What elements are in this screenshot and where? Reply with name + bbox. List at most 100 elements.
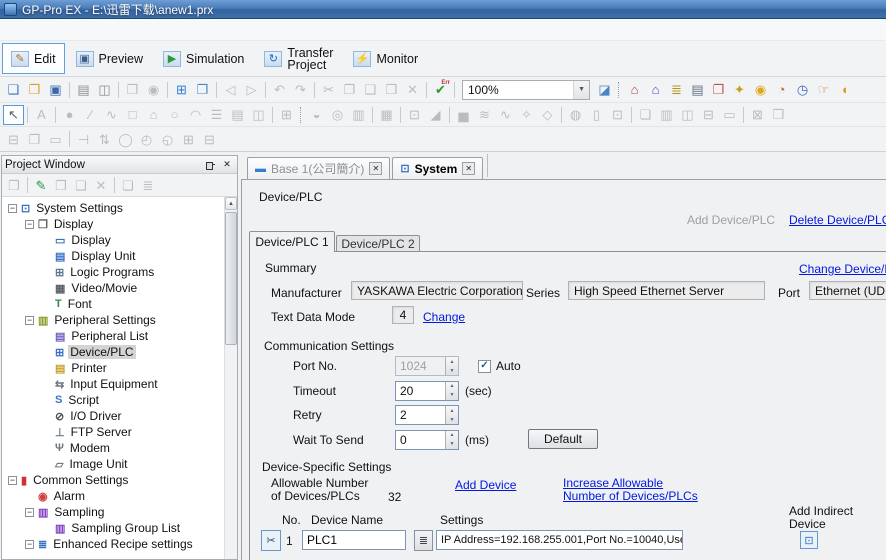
- copy-icon[interactable]: ❐: [339, 80, 360, 100]
- tree-item-enhanced-recipe[interactable]: − ≣ Enhanced Recipe settings: [2, 536, 224, 552]
- scrollbar-thumb[interactable]: [225, 212, 237, 345]
- print-icon[interactable]: ▤: [73, 80, 94, 100]
- number-input[interactable]: 1024 ▲▼: [395, 356, 459, 376]
- expand-toggle-icon[interactable]: −: [25, 540, 34, 549]
- meter-upload-icon[interactable]: ◴: [136, 129, 157, 149]
- selector-switch-icon[interactable]: ◯: [115, 129, 136, 149]
- text-tool-icon[interactable]: A: [31, 105, 52, 125]
- project-information-icon[interactable]: ◉: [750, 80, 771, 100]
- error-check-icon[interactable]: ✔Err: [430, 80, 451, 100]
- movie-part-icon[interactable]: ◫: [677, 105, 698, 125]
- delete-icon[interactable]: ✕: [402, 80, 423, 100]
- line-graph-icon[interactable]: ∿: [495, 105, 516, 125]
- tree-item-display-group[interactable]: − ❒ Display: [2, 216, 224, 232]
- expand-toggle-icon[interactable]: −: [8, 476, 17, 485]
- security-key-icon[interactable]: ✦: [729, 80, 750, 100]
- menu-common-settings[interactable]: [66, 27, 88, 33]
- zoom-level-select[interactable]: 100% ▼: [462, 80, 590, 100]
- tree-item-io-driver[interactable]: ⊘ I/O Driver: [2, 408, 224, 424]
- chevron-down-icon[interactable]: ▼: [573, 81, 589, 99]
- lamp-part-icon[interactable]: ◎: [327, 105, 348, 125]
- device-settings-field[interactable]: IP Address=192.168.255.001,Port No.=1004…: [436, 530, 683, 550]
- keypad-part-icon[interactable]: ⊡: [404, 105, 425, 125]
- open-next-screen-icon[interactable]: ▷: [241, 80, 262, 100]
- device-row-button[interactable]: ✂: [261, 530, 281, 551]
- redo-icon[interactable]: ↷: [290, 80, 311, 100]
- bar-graph-icon[interactable]: ▅: [453, 105, 474, 125]
- tree-scrollbar[interactable]: ▲: [224, 197, 237, 559]
- screen-capture-icon[interactable]: ◉: [143, 80, 164, 100]
- meter-download-icon[interactable]: ◵: [157, 129, 178, 149]
- mode-preview-button[interactable]: ▣ Preview: [67, 43, 152, 74]
- close-tab-icon[interactable]: ✕: [462, 162, 475, 175]
- compare-project-icon[interactable]: ◷: [792, 80, 813, 100]
- number-input[interactable]: 20 ▲▼: [395, 381, 459, 401]
- tree-item-peripheral-list[interactable]: ▤ Peripheral List: [2, 328, 224, 344]
- spinner-icon[interactable]: ▲▼: [445, 357, 458, 375]
- recipe-part-icon[interactable]: ⊠: [747, 105, 768, 125]
- scatter-graph-icon[interactable]: ≋: [474, 105, 495, 125]
- tab-device-plc-2[interactable]: Device/PLC 2: [336, 235, 420, 252]
- tree-item-alarm[interactable]: ◉ Alarm: [2, 488, 224, 504]
- tab-system[interactable]: ⊡ System ✕: [392, 157, 483, 179]
- mode-monitor-button[interactable]: ⚡ Monitor: [344, 43, 427, 74]
- expand-toggle-icon[interactable]: −: [8, 204, 17, 213]
- remote-screen-icon[interactable]: ▭: [719, 105, 740, 125]
- transfer-send-icon[interactable]: ⌂: [624, 80, 645, 100]
- tree-item-ftp-server[interactable]: ⊥ FTP Server: [2, 424, 224, 440]
- pin-icon[interactable]: [203, 158, 217, 171]
- rectangle-tool-icon[interactable]: □: [122, 105, 143, 125]
- tab-base-1[interactable]: ▬ Base 1(公司簡介) ✕: [247, 157, 390, 179]
- tab-device-plc-1[interactable]: Device/PLC 1: [249, 231, 335, 252]
- new-project-icon[interactable]: ❑: [3, 80, 24, 100]
- tree-item-common-settings[interactable]: − ▮ Common Settings: [2, 472, 224, 488]
- tree-item-font[interactable]: T Font: [2, 296, 224, 312]
- block-write-icon[interactable]: ⊞: [178, 129, 199, 149]
- tree-item-display[interactable]: ▭ Display: [2, 232, 224, 248]
- number-input[interactable]: 0 ▲▼: [395, 430, 459, 450]
- special-switch-icon[interactable]: ❒: [24, 129, 45, 149]
- menu-screen[interactable]: [88, 27, 110, 33]
- tree-item-display-unit[interactable]: ▤ Display Unit: [2, 248, 224, 264]
- polygon-tool-icon[interactable]: ⌂: [143, 105, 164, 125]
- level-display-icon[interactable]: ▯: [586, 105, 607, 125]
- ladder-monitor-icon[interactable]: ⊟: [3, 129, 24, 149]
- paste-capture-icon[interactable]: ❐: [122, 80, 143, 100]
- tree-item-system-settings[interactable]: − ⊡ System Settings: [2, 200, 224, 216]
- new-screen-icon[interactable]: ⊞: [171, 80, 192, 100]
- device-settings-button[interactable]: ≣: [414, 530, 433, 551]
- increase-allowable-link-2[interactable]: Number of Devices/PLCs: [563, 489, 698, 503]
- add-indirect-device-button[interactable]: ⊡: [800, 531, 818, 549]
- menu-help[interactable]: [110, 27, 132, 33]
- menu-project[interactable]: [0, 27, 22, 33]
- date-display-icon[interactable]: ▦: [376, 105, 397, 125]
- touch-operation-icon[interactable]: ☞: [813, 80, 834, 100]
- compass-graph-icon[interactable]: ◇: [537, 105, 558, 125]
- tank-graph-icon[interactable]: ◍: [565, 105, 586, 125]
- open-project-icon[interactable]: ❒: [24, 80, 45, 100]
- print-preview-icon[interactable]: ◫: [94, 80, 115, 100]
- tree-item-script[interactable]: S Script: [2, 392, 224, 408]
- sound-icon[interactable]: ◖: [834, 80, 855, 100]
- increase-allowable-link-1[interactable]: Increase Allowable: [563, 476, 663, 490]
- dot-tool-icon[interactable]: ●: [59, 105, 80, 125]
- bit-switch-icon[interactable]: ⊣: [73, 129, 94, 149]
- spinner-icon[interactable]: ▲▼: [445, 382, 458, 400]
- scale-tool-icon[interactable]: ☰: [206, 105, 227, 125]
- new-folder-icon[interactable]: ❏: [118, 175, 138, 195]
- table-tool-icon[interactable]: ⊞: [276, 105, 297, 125]
- monitor-part-icon[interactable]: ⊟: [698, 105, 719, 125]
- global-lamp-icon[interactable]: ▭: [45, 129, 66, 149]
- copy-screens-icon[interactable]: ❐: [708, 80, 729, 100]
- word-switch-icon[interactable]: ⇅: [94, 129, 115, 149]
- duplicate-icon[interactable]: ❒: [381, 80, 402, 100]
- film-part-icon[interactable]: ▥: [656, 105, 677, 125]
- add-device-link[interactable]: Add Device: [455, 478, 516, 492]
- save-project-icon[interactable]: ▣: [45, 80, 66, 100]
- mode-edit-button[interactable]: ✎ Edit: [2, 43, 65, 74]
- tree-item-video-movie[interactable]: ▦ Video/Movie: [2, 280, 224, 296]
- line-tool-icon[interactable]: ∕: [80, 105, 101, 125]
- delete-screen-icon[interactable]: ✕: [91, 175, 111, 195]
- cut-icon[interactable]: ✂: [318, 80, 339, 100]
- tree-item-peripheral-settings[interactable]: − ▥ Peripheral Settings: [2, 312, 224, 328]
